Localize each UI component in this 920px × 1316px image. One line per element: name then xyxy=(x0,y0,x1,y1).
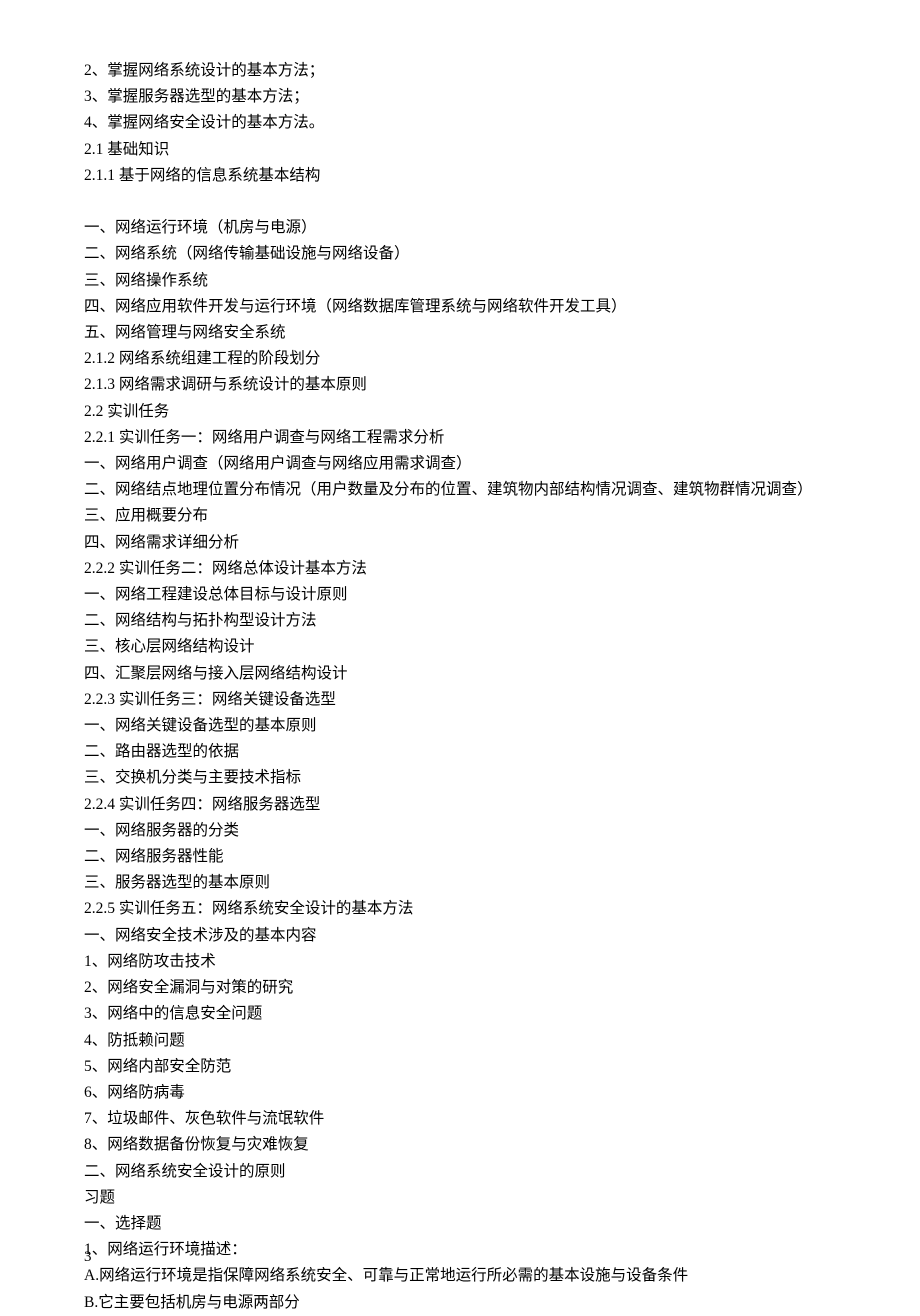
text-line: 8、网络数据备份恢复与灾难恢复 xyxy=(84,1132,836,1158)
text-line: 2.1.1 基于网络的信息系统基本结构 xyxy=(84,163,836,189)
text-line: 三、交换机分类与主要技术指标 xyxy=(84,765,836,791)
text-line: 2.2.2 实训任务二：网络总体设计基本方法 xyxy=(84,556,836,582)
text-line: 7、垃圾邮件、灰色软件与流氓软件 xyxy=(84,1106,836,1132)
text-line: 2、网络安全漏洞与对策的研究 xyxy=(84,975,836,1001)
text-line: 1、网络运行环境描述： xyxy=(84,1237,836,1263)
text-line: 2.2.1 实训任务一：网络用户调查与网络工程需求分析 xyxy=(84,425,836,451)
text-line: 2.1.2 网络系统组建工程的阶段划分 xyxy=(84,346,836,372)
text-line: 一、网络关键设备选型的基本原则 xyxy=(84,713,836,739)
text-line: 3、网络中的信息安全问题 xyxy=(84,1001,836,1027)
text-line: 4、防抵赖问题 xyxy=(84,1028,836,1054)
text-line: 一、网络服务器的分类 xyxy=(84,818,836,844)
text-line: 三、网络操作系统 xyxy=(84,268,836,294)
text-line: 习题 xyxy=(84,1185,836,1211)
text-line: 6、网络防病毒 xyxy=(84,1080,836,1106)
text-line: 3、掌握服务器选型的基本方法； xyxy=(84,84,836,110)
text-line: 5、网络内部安全防范 xyxy=(84,1054,836,1080)
text-line: 一、网络工程建设总体目标与设计原则 xyxy=(84,582,836,608)
text-line: 二、网络系统安全设计的原则 xyxy=(84,1159,836,1185)
text-line: 二、路由器选型的依据 xyxy=(84,739,836,765)
text-line: 2.2 实训任务 xyxy=(84,399,836,425)
text-line: 二、网络服务器性能 xyxy=(84,844,836,870)
text-line: 一、网络运行环境（机房与电源） xyxy=(84,215,836,241)
text-line: 2.1 基础知识 xyxy=(84,137,836,163)
text-line: A.网络运行环境是指保障网络系统安全、可靠与正常地运行所必需的基本设施与设备条件 xyxy=(84,1263,836,1289)
text-line: 四、汇聚层网络与接入层网络结构设计 xyxy=(84,661,836,687)
text-line: 二、网络系统（网络传输基础设施与网络设备） xyxy=(84,241,836,267)
text-line: 四、网络需求详细分析 xyxy=(84,530,836,556)
text-line: 五、网络管理与网络安全系统 xyxy=(84,320,836,346)
text-line: B.它主要包括机房与电源两部分 xyxy=(84,1290,836,1316)
text-line: 三、核心层网络结构设计 xyxy=(84,634,836,660)
text-line: 2.2.3 实训任务三：网络关键设备选型 xyxy=(84,687,836,713)
text-line: 三、应用概要分布 xyxy=(84,503,836,529)
text-line: 三、服务器选型的基本原则 xyxy=(84,870,836,896)
text-line: 二、网络结构与拓扑构型设计方法 xyxy=(84,608,836,634)
text-line: 2.1.3 网络需求调研与系统设计的基本原则 xyxy=(84,372,836,398)
text-line: 一、选择题 xyxy=(84,1211,836,1237)
text-line: 一、网络安全技术涉及的基本内容 xyxy=(84,923,836,949)
text-line: 二、网络结点地理位置分布情况（用户数量及分布的位置、建筑物内部结构情况调查、建筑… xyxy=(84,477,836,503)
page-number: 3 xyxy=(84,1244,92,1270)
document-body: 2、掌握网络系统设计的基本方法； 3、掌握服务器选型的基本方法； 4、掌握网络安… xyxy=(84,58,836,1316)
blank-line xyxy=(84,189,836,215)
text-line: 2.2.5 实训任务五：网络系统安全设计的基本方法 xyxy=(84,896,836,922)
text-line: 4、掌握网络安全设计的基本方法。 xyxy=(84,110,836,136)
text-line: 2.2.4 实训任务四：网络服务器选型 xyxy=(84,792,836,818)
text-line: 1、网络防攻击技术 xyxy=(84,949,836,975)
text-line: 四、网络应用软件开发与运行环境（网络数据库管理系统与网络软件开发工具） xyxy=(84,294,836,320)
text-line: 一、网络用户调查（网络用户调查与网络应用需求调查） xyxy=(84,451,836,477)
text-line: 2、掌握网络系统设计的基本方法； xyxy=(84,58,836,84)
